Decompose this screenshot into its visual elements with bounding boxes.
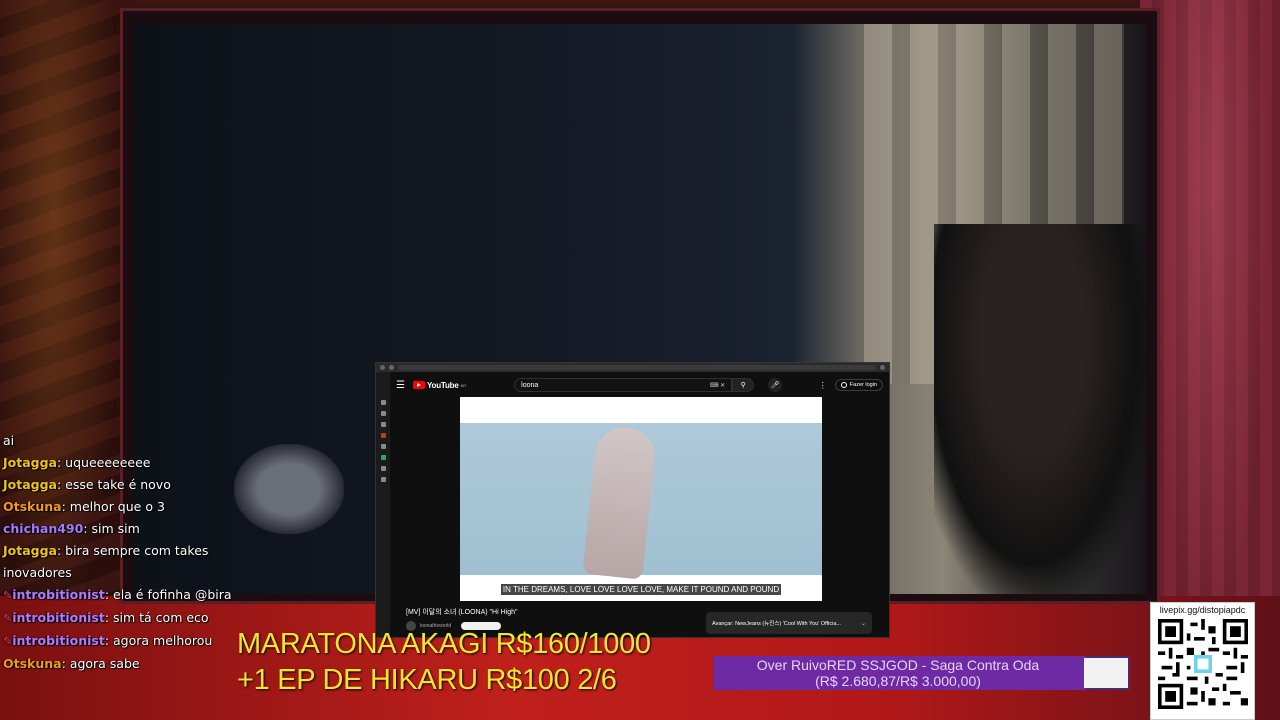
chat-message: Otskuna: agora sabe bbox=[3, 656, 140, 671]
browser-menu-icon[interactable] bbox=[880, 365, 885, 370]
donation-progress-remaining bbox=[1084, 658, 1128, 688]
youtube-header: ☰ YouTube BR loona ⌨ ✕ ⚲ 🎤︎ ⋮ Fazer logi… bbox=[390, 372, 889, 398]
more-options-icon[interactable]: ⋮ bbox=[819, 381, 827, 390]
chat-username: introbitionist bbox=[12, 587, 105, 602]
chat-message: ai bbox=[3, 430, 243, 452]
browser-tab-bar[interactable] bbox=[376, 363, 889, 372]
qr-label: livepix.gg/distopiapdc bbox=[1159, 605, 1246, 615]
chat-text: ai bbox=[3, 433, 15, 448]
sidebar-icon[interactable] bbox=[380, 400, 386, 405]
browser-address-bar[interactable] bbox=[398, 365, 876, 370]
login-label: Fazer login bbox=[849, 382, 877, 388]
video-title: [MV] 이달의 소녀 (LOONA) "Hi High" bbox=[406, 609, 518, 616]
browser-sidebar bbox=[376, 372, 390, 637]
chat-message: Otskuna: melhor que o 3 bbox=[3, 499, 165, 514]
chat-message: Jotagga: esse take é novo bbox=[3, 477, 171, 492]
microphone-icon[interactable]: 🎤︎ bbox=[768, 378, 783, 392]
browser-forward-icon[interactable] bbox=[389, 365, 394, 370]
pencil-badge-icon: ✎ bbox=[3, 589, 13, 602]
chat-text: agora melhorou bbox=[113, 633, 213, 648]
chat-username: Otskuna bbox=[3, 499, 62, 514]
chat-text: esse take é novo bbox=[65, 477, 171, 492]
donation-goal-bar: Over RuivoRED SSJGOD - Saga Contra Oda (… bbox=[714, 656, 1130, 690]
chat-message: ✎introbitionist: sim tá com eco bbox=[3, 610, 209, 625]
youtube-logo-text: YouTube bbox=[426, 380, 459, 390]
chat-message: chichan490: sim sim bbox=[3, 521, 140, 536]
chat-text: ela é fofinha @bira bbox=[113, 587, 232, 602]
video-player[interactable]: IN THE DREAMS, LOVE LOVE LOVE LOVE, MAKE… bbox=[460, 397, 822, 601]
donation-text: Over RuivoRED SSJGOD - Saga Contra Oda (… bbox=[714, 657, 1082, 689]
pencil-badge-icon: ✎ bbox=[3, 635, 13, 648]
chat-message: ✎introbitionist: ela é fofinha @bira bbox=[3, 587, 232, 602]
pencil-badge-icon: ✎ bbox=[3, 612, 13, 625]
chat-message: ✎introbitionist: agora melhorou bbox=[3, 633, 213, 648]
livepix-qr-card: livepix.gg/distopiapdc bbox=[1150, 602, 1255, 720]
sidebar-icon[interactable] bbox=[380, 422, 386, 427]
background-object bbox=[234, 444, 344, 534]
sidebar-icon[interactable] bbox=[380, 477, 386, 482]
search-input[interactable]: loona ⌨ ✕ bbox=[514, 378, 733, 392]
sidebar-icon[interactable] bbox=[380, 455, 386, 460]
country-code: BR bbox=[460, 382, 467, 388]
chat-text: agora sabe bbox=[69, 656, 140, 671]
search-button[interactable]: ⚲ bbox=[732, 378, 755, 392]
chat-username: introbitionist bbox=[12, 610, 105, 625]
chat-text: sim sim bbox=[91, 521, 140, 536]
chat-text: uqueeeeeeee bbox=[65, 455, 151, 470]
up-next-label: Avançar: NewJeans (뉴진스) 'Cool With You' … bbox=[712, 621, 841, 627]
chat-message: Jotagga: uqueeeeeeee bbox=[3, 455, 151, 470]
chat-text: melhor que o 3 bbox=[69, 499, 165, 514]
chat-username: chichan490 bbox=[3, 521, 84, 536]
chat-username: Jotagga bbox=[3, 455, 57, 470]
sidebar-icon[interactable] bbox=[380, 444, 386, 449]
sidebar-icon[interactable] bbox=[380, 411, 386, 416]
chat-overlay: ai Jotagga: uqueeeeeeee Jotagga: esse ta… bbox=[3, 430, 243, 675]
login-button[interactable]: Fazer login bbox=[834, 379, 883, 391]
chat-message: Jotagga: bira sempre com takes inovadore… bbox=[3, 543, 209, 580]
stream-goals: MARATONA AKAGI R$160/1000 +1 EP DE HIKAR… bbox=[237, 626, 651, 698]
qr-code-icon bbox=[1157, 619, 1248, 709]
search-icon: ⚲ bbox=[740, 382, 746, 389]
chat-text: sim tá com eco bbox=[113, 610, 209, 625]
search-query: loona bbox=[521, 381, 539, 389]
youtube-play-icon bbox=[412, 381, 425, 389]
browser-back-icon[interactable] bbox=[380, 365, 385, 370]
video-subtitle: IN THE DREAMS, LOVE LOVE LOVE LOVE, MAKE… bbox=[460, 579, 822, 597]
sidebar-icon[interactable] bbox=[380, 433, 386, 438]
user-icon bbox=[840, 382, 847, 388]
hamburger-menu-icon[interactable]: ☰ bbox=[396, 380, 405, 391]
goal-line-2: +1 EP DE HIKARU R$100 2/6 bbox=[237, 664, 617, 696]
goal-line-1: MARATONA AKAGI R$160/1000 bbox=[237, 628, 651, 660]
donation-title: Over RuivoRED SSJGOD - Saga Contra Oda bbox=[756, 657, 1040, 673]
youtube-logo[interactable]: YouTube BR bbox=[412, 380, 467, 390]
streamer-figure bbox=[934, 224, 1146, 594]
chat-username: Jotagga bbox=[3, 477, 57, 492]
chat-username: Otskuna bbox=[3, 656, 62, 671]
chat-username: Jotagga bbox=[3, 543, 57, 558]
youtube-browser-window: ☰ YouTube BR loona ⌨ ✕ ⚲ 🎤︎ ⋮ Fazer logi… bbox=[375, 362, 890, 638]
subtitle-text: IN THE DREAMS, LOVE LOVE LOVE LOVE, MAKE… bbox=[500, 584, 782, 595]
chevron-down-icon[interactable]: ⌄ bbox=[861, 620, 866, 627]
sidebar-icon[interactable] bbox=[380, 466, 386, 471]
donation-amount: (R$ 2.680,87/R$ 3.000,00) bbox=[815, 673, 981, 689]
keyboard-clear-icons[interactable]: ⌨ ✕ bbox=[710, 382, 725, 389]
up-next-card[interactable]: Avançar: NewJeans (뉴진스) 'Cool With You' … bbox=[706, 612, 872, 634]
chat-username: introbitionist bbox=[12, 633, 105, 648]
